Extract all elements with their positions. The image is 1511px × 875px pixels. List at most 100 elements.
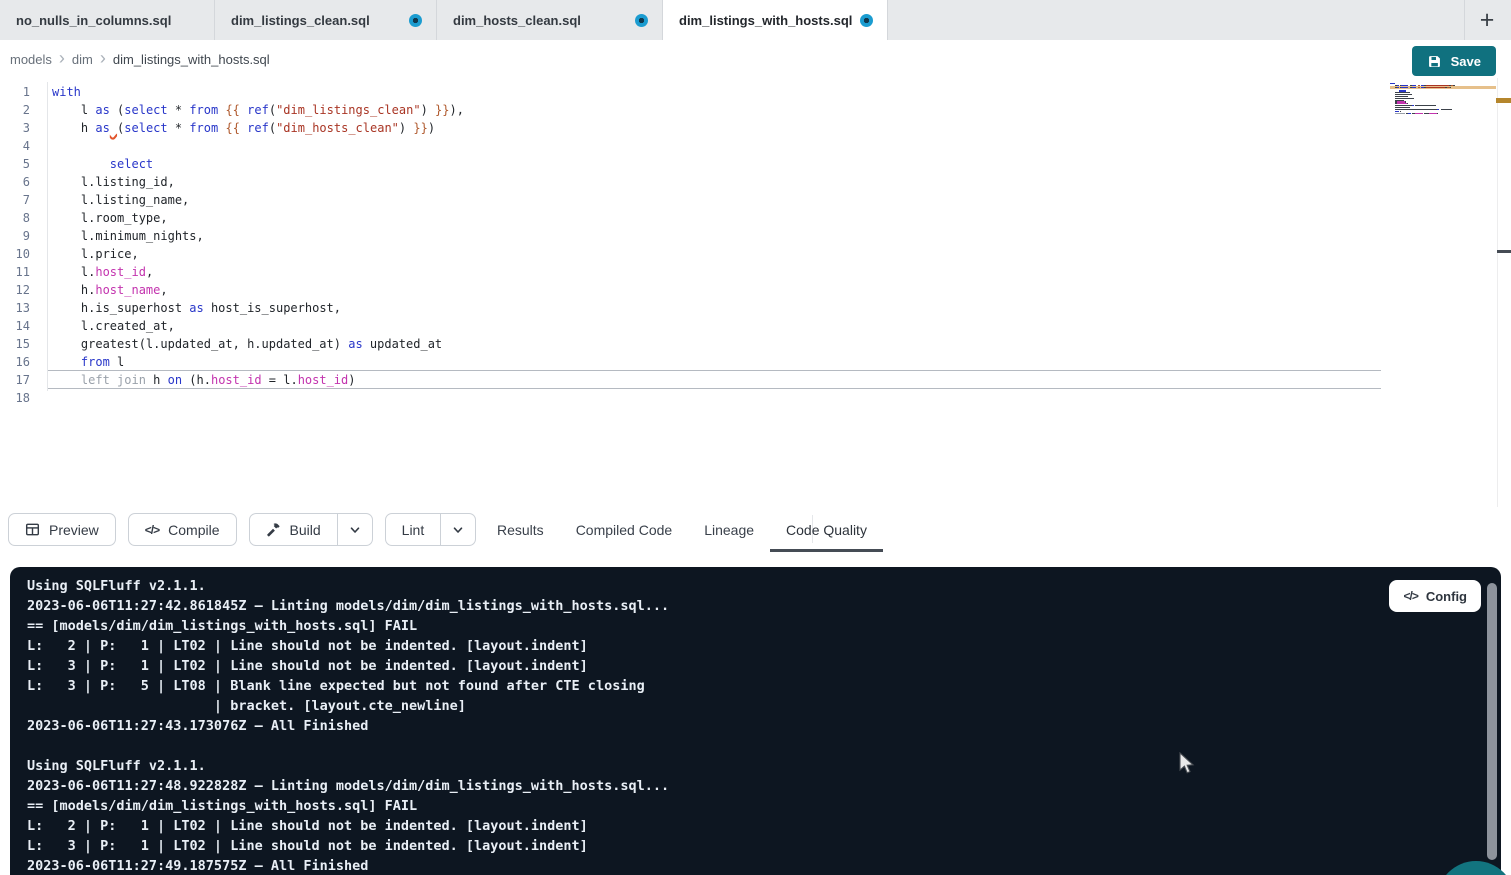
unsaved-indicator-dot[interactable]	[635, 14, 648, 27]
code-text: left join h on (h.host_id = l.host_id)	[52, 373, 356, 387]
terminal-line: 2023-06-06T11:27:43.173076Z — All Finish…	[27, 716, 1501, 736]
code-text: l.price,	[52, 247, 139, 261]
code-text: from l	[52, 355, 124, 369]
new-tab-button[interactable]: +	[1472, 5, 1502, 35]
code-line-16[interactable]: 16 from l	[0, 353, 1511, 371]
code-text: l.listing_name,	[52, 193, 189, 207]
chevron-down-icon	[349, 524, 361, 536]
editor-toolbar: Preview </> Compile Build	[0, 507, 1511, 557]
compile-button[interactable]: </> Compile	[128, 513, 237, 546]
line-number: 8	[0, 211, 30, 225]
code-line-4[interactable]: 4	[0, 137, 1511, 155]
terminal-line: L: 2 | P: 1 | LT02 | Line should not be …	[27, 816, 1501, 836]
breadcrumb-separator-icon: ›	[100, 49, 106, 67]
preview-label: Preview	[49, 522, 99, 538]
line-number: 16	[0, 355, 30, 369]
code-line-10[interactable]: 10 l.price,	[0, 245, 1511, 263]
code-line-18[interactable]: 18	[0, 389, 1511, 407]
lint-warning-marker	[1496, 98, 1511, 103]
line-number: 3	[0, 121, 30, 135]
build-button-group: Build	[249, 513, 373, 546]
preview-button[interactable]: Preview	[8, 513, 116, 546]
code-text: l.host_id,	[52, 265, 153, 279]
code-line-6[interactable]: 6 l.listing_id,	[0, 173, 1511, 191]
code-line-17[interactable]: 17 left join h on (h.host_id = l.host_id…	[0, 371, 1511, 389]
terminal-line: == [models/dim/dim_listings_with_hosts.s…	[27, 796, 1501, 816]
editor-tab-no-nulls-in-columns-sql[interactable]: no_nulls_in_columns.sql	[0, 0, 215, 40]
terminal-panel: Using SQLFluff v2.1.1.2023-06-06T11:27:4…	[10, 567, 1501, 875]
code-text: l.room_type,	[52, 211, 168, 225]
terminal-line: L: 3 | P: 1 | LT02 | Line should not be …	[27, 836, 1501, 856]
lint-button-group: Lint	[385, 513, 477, 546]
code-line-3[interactable]: 3 h as (select * from {{ ref("dim_hosts_…	[0, 119, 1511, 137]
code-line-1[interactable]: 1with	[0, 83, 1511, 101]
code-line-7[interactable]: 7 l.listing_name,	[0, 191, 1511, 209]
code-line-5[interactable]: 5 select	[0, 155, 1511, 173]
code-text: select	[52, 157, 153, 171]
cursor-position-marker	[1497, 250, 1511, 253]
line-number: 2	[0, 103, 30, 117]
code-text: l as (select * from {{ ref("dim_listings…	[52, 103, 464, 117]
save-label: Save	[1451, 54, 1481, 69]
code-line-15[interactable]: 15 greatest(l.updated_at, h.updated_at) …	[0, 335, 1511, 353]
code-lines: 1with2 l as (select * from {{ ref("dim_l…	[0, 83, 1511, 407]
tab-code-quality[interactable]: Code Quality	[770, 507, 883, 552]
breadcrumb-segment[interactable]: dim	[72, 52, 93, 67]
terminal-line: | bracket. [layout.cte_newline]	[27, 696, 1501, 716]
compile-label: Compile	[168, 522, 219, 538]
code-editor[interactable]: 1with2 l as (select * from {{ ref("dim_l…	[0, 78, 1511, 507]
code-line-8[interactable]: 8 l.room_type,	[0, 209, 1511, 227]
tabs-container: no_nulls_in_columns.sqldim_listings_clea…	[0, 0, 888, 40]
breadcrumb: models›dim›dim_listings_with_hosts.sql	[10, 50, 270, 68]
save-button[interactable]: Save	[1412, 46, 1496, 76]
terminal-scrollbar[interactable]	[1487, 583, 1497, 860]
result-tabs: ResultsCompiled CodeLineageCode Quality	[481, 507, 883, 552]
code-line-11[interactable]: 11 l.host_id,	[0, 263, 1511, 281]
line-number: 17	[0, 373, 30, 387]
line-number: 5	[0, 157, 30, 171]
terminal-line: 2023-06-06T11:27:49.187575Z — All Finish…	[27, 856, 1501, 875]
editor-tab-dim-hosts-clean-sql[interactable]: dim_hosts_clean.sql	[437, 0, 663, 40]
tab-compiled-code[interactable]: Compiled Code	[560, 507, 689, 552]
lint-label: Lint	[402, 522, 425, 538]
code-line-2[interactable]: 2 l as (select * from {{ ref("dim_listin…	[0, 101, 1511, 119]
editor-tab-dim-listings-with-hosts-sql[interactable]: dim_listings_with_hosts.sql	[663, 0, 888, 40]
terminal-line	[27, 736, 1501, 756]
unsaved-indicator-dot[interactable]	[409, 14, 422, 27]
build-button[interactable]: Build	[250, 514, 337, 545]
terminal-line: 2023-06-06T11:27:48.922828Z — Linting mo…	[27, 776, 1501, 796]
chevron-down-icon	[452, 524, 464, 536]
code-line-12[interactable]: 12 h.host_name,	[0, 281, 1511, 299]
build-label: Build	[290, 522, 321, 538]
terminal-line: Using SQLFluff v2.1.1.	[27, 756, 1501, 776]
line-number: 1	[0, 85, 30, 99]
lint-button[interactable]: Lint	[386, 514, 441, 545]
code-text: h as (select * from {{ ref("dim_hosts_cl…	[52, 121, 435, 135]
build-dropdown-button[interactable]	[337, 514, 372, 545]
code-text: greatest(l.updated_at, h.updated_at) as …	[52, 337, 442, 351]
minimap[interactable]	[1390, 83, 1462, 116]
config-button[interactable]: </> Config	[1389, 580, 1481, 612]
hammer-icon	[266, 522, 281, 537]
terminal-line: == [models/dim/dim_listings_with_hosts.s…	[27, 616, 1501, 636]
code-text: h.is_superhost as host_is_superhost,	[52, 301, 341, 315]
unsaved-indicator-dot[interactable]	[860, 14, 873, 27]
terminal-line: Using SQLFluff v2.1.1.	[27, 576, 1501, 596]
tab-label: dim_hosts_clean.sql	[453, 13, 581, 28]
code-line-9[interactable]: 9 l.minimum_nights,	[0, 227, 1511, 245]
tab-results[interactable]: Results	[481, 507, 560, 552]
tab-lineage[interactable]: Lineage	[688, 507, 770, 552]
line-number: 12	[0, 283, 30, 297]
line-number: 13	[0, 301, 30, 315]
editor-tab-dim-listings-clean-sql[interactable]: dim_listings_clean.sql	[215, 0, 437, 40]
breadcrumb-segment[interactable]: models	[10, 52, 52, 67]
breadcrumb-segment[interactable]: dim_listings_with_hosts.sql	[113, 52, 270, 67]
tab-bar: no_nulls_in_columns.sqldim_listings_clea…	[0, 0, 1511, 40]
line-number: 18	[0, 391, 30, 405]
line-number: 4	[0, 139, 30, 153]
code-line-13[interactable]: 13 h.is_superhost as host_is_superhost,	[0, 299, 1511, 317]
lint-dropdown-button[interactable]	[440, 514, 475, 545]
table-icon	[25, 522, 40, 537]
code-text: l.listing_id,	[52, 175, 175, 189]
code-line-14[interactable]: 14 l.created_at,	[0, 317, 1511, 335]
